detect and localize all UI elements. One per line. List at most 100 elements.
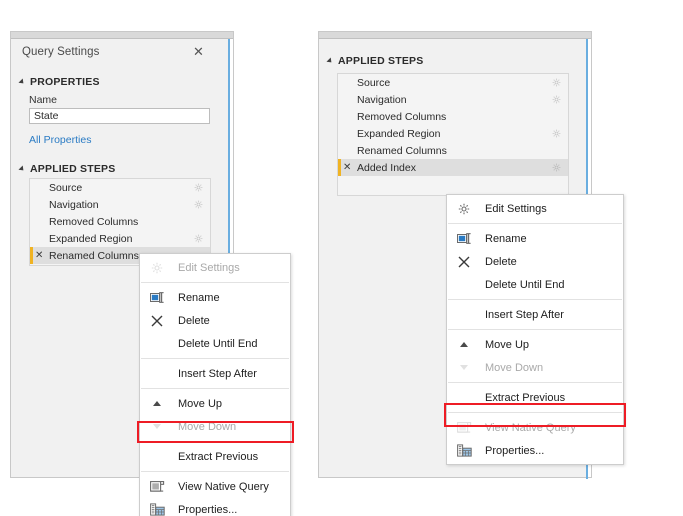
left-panel-title: Query Settings (22, 46, 99, 58)
left-properties-section-header[interactable]: PROPERTIES (20, 76, 100, 88)
applied-step-row[interactable]: Source (338, 74, 568, 91)
context-menu-item: Edit Settings (140, 256, 290, 279)
gear-icon[interactable] (194, 234, 203, 243)
native-query-icon (149, 479, 165, 495)
context-menu-item-label: Edit Settings (178, 262, 240, 274)
gear-icon[interactable] (552, 163, 561, 172)
step-selected-accent (30, 196, 33, 213)
menu-separator (141, 282, 289, 283)
no-icon (456, 390, 472, 406)
no-icon (149, 366, 165, 382)
native-query-icon (456, 420, 472, 436)
menu-separator (141, 441, 289, 442)
chevron-up-icon (149, 396, 165, 412)
applied-step-row[interactable]: ✕ Added Index (338, 159, 568, 176)
applied-step-label: Removed Columns (357, 111, 446, 123)
applied-step-label: Expanded Region (49, 233, 132, 245)
applied-step-row[interactable]: Expanded Region (338, 125, 568, 142)
context-menu-item[interactable]: Delete (447, 250, 623, 273)
menu-separator (141, 388, 289, 389)
properties-icon (456, 443, 472, 459)
context-menu-item-label: Edit Settings (485, 203, 547, 215)
applied-step-row[interactable]: Source (30, 179, 210, 196)
gear-icon[interactable] (552, 78, 561, 87)
right-applied-steps-section-header[interactable]: APPLIED STEPS (328, 55, 423, 67)
menu-separator (448, 329, 622, 330)
name-input[interactable]: State (29, 108, 210, 124)
context-menu-item[interactable]: Extract Previous (140, 445, 290, 468)
no-icon (149, 336, 165, 352)
context-menu-item-label: Move Down (485, 362, 543, 374)
step-selected-accent (338, 74, 341, 91)
applied-step-label: Navigation (357, 94, 407, 106)
context-menu-item[interactable]: Insert Step After (447, 303, 623, 326)
applied-step-row[interactable]: Renamed Columns (338, 142, 568, 159)
context-menu-item-label: Move Down (178, 421, 236, 433)
applied-step-label: Removed Columns (49, 216, 138, 228)
gear-icon[interactable] (552, 95, 561, 104)
context-menu-item-label: Properties... (178, 504, 237, 516)
context-menu-item[interactable]: Properties... (140, 498, 290, 516)
menu-separator (448, 223, 622, 224)
step-selected-accent (338, 142, 341, 159)
gear-icon[interactable] (552, 129, 561, 138)
menu-separator (448, 412, 622, 413)
step-selected-accent (338, 159, 341, 176)
applied-step-row[interactable]: Navigation (30, 196, 210, 213)
context-menu-item-label: View Native Query (485, 422, 576, 434)
context-menu-item-label: Extract Previous (485, 392, 565, 404)
context-menu-item[interactable]: Move Up (140, 392, 290, 415)
context-menu-item[interactable]: Rename (140, 286, 290, 309)
context-menu-item: Move Down (140, 415, 290, 438)
delete-step-x-icon[interactable]: ✕ (35, 251, 43, 261)
context-menu-item-label: Delete Until End (485, 279, 565, 291)
no-icon (456, 277, 472, 293)
context-menu-item[interactable]: Move Up (447, 333, 623, 356)
left-step-context-menu[interactable]: Edit Settings RenameDeleteDelete Until En… (139, 253, 291, 516)
context-menu-item[interactable]: Delete Until End (447, 273, 623, 296)
context-menu-item-label: Extract Previous (178, 451, 258, 463)
applied-step-row[interactable]: Removed Columns (30, 213, 210, 230)
context-menu-item[interactable]: View Native Query (140, 475, 290, 498)
name-field-label: Name (29, 94, 57, 106)
applied-step-row[interactable]: Removed Columns (338, 108, 568, 125)
context-menu-item[interactable]: Properties... (447, 439, 623, 462)
left-panel-topbar (11, 32, 233, 39)
gear-icon[interactable] (194, 200, 203, 209)
applied-step-label: Expanded Region (357, 128, 440, 140)
right-step-context-menu[interactable]: Edit Settings RenameDelete Delete Until En… (446, 194, 624, 465)
section-label: APPLIED STEPS (338, 55, 423, 67)
context-menu-item[interactable]: Rename (447, 227, 623, 250)
context-menu-item-label: Insert Step After (178, 368, 257, 380)
close-icon[interactable]: ✕ (193, 45, 204, 58)
context-menu-item-label: Move Up (485, 339, 529, 351)
context-menu-item[interactable]: Extract Previous (447, 386, 623, 409)
gear-icon[interactable] (194, 183, 203, 192)
context-menu-item: View Native Query (447, 416, 623, 439)
right-panel-topbar (319, 32, 591, 39)
applied-step-label: Source (49, 182, 82, 194)
applied-step-label: Added Index (357, 162, 416, 174)
applied-step-row[interactable]: Navigation (338, 91, 568, 108)
context-menu-item[interactable]: Edit Settings (447, 197, 623, 220)
all-properties-link[interactable]: All Properties (29, 134, 91, 146)
step-selected-accent (338, 108, 341, 125)
applied-step-row[interactable]: Expanded Region (30, 230, 210, 247)
left-applied-steps-section-header[interactable]: APPLIED STEPS (20, 163, 115, 175)
step-selected-accent (30, 230, 33, 247)
collapse-caret-icon (18, 78, 25, 85)
rename-icon (149, 290, 165, 306)
chevron-down-icon (456, 360, 472, 376)
context-menu-item[interactable]: Insert Step After (140, 362, 290, 385)
menu-separator (141, 358, 289, 359)
context-menu-item[interactable]: Delete Until End (140, 332, 290, 355)
chevron-up-icon (456, 337, 472, 353)
chevron-down-icon (149, 419, 165, 435)
step-selected-accent (30, 213, 33, 230)
delete-step-x-icon[interactable]: ✕ (343, 163, 351, 173)
delete-x-icon (149, 313, 165, 329)
context-menu-item-label: Properties... (485, 445, 544, 457)
step-selected-accent (30, 247, 33, 264)
context-menu-item[interactable]: Delete (140, 309, 290, 332)
applied-step-label: Source (357, 77, 390, 89)
